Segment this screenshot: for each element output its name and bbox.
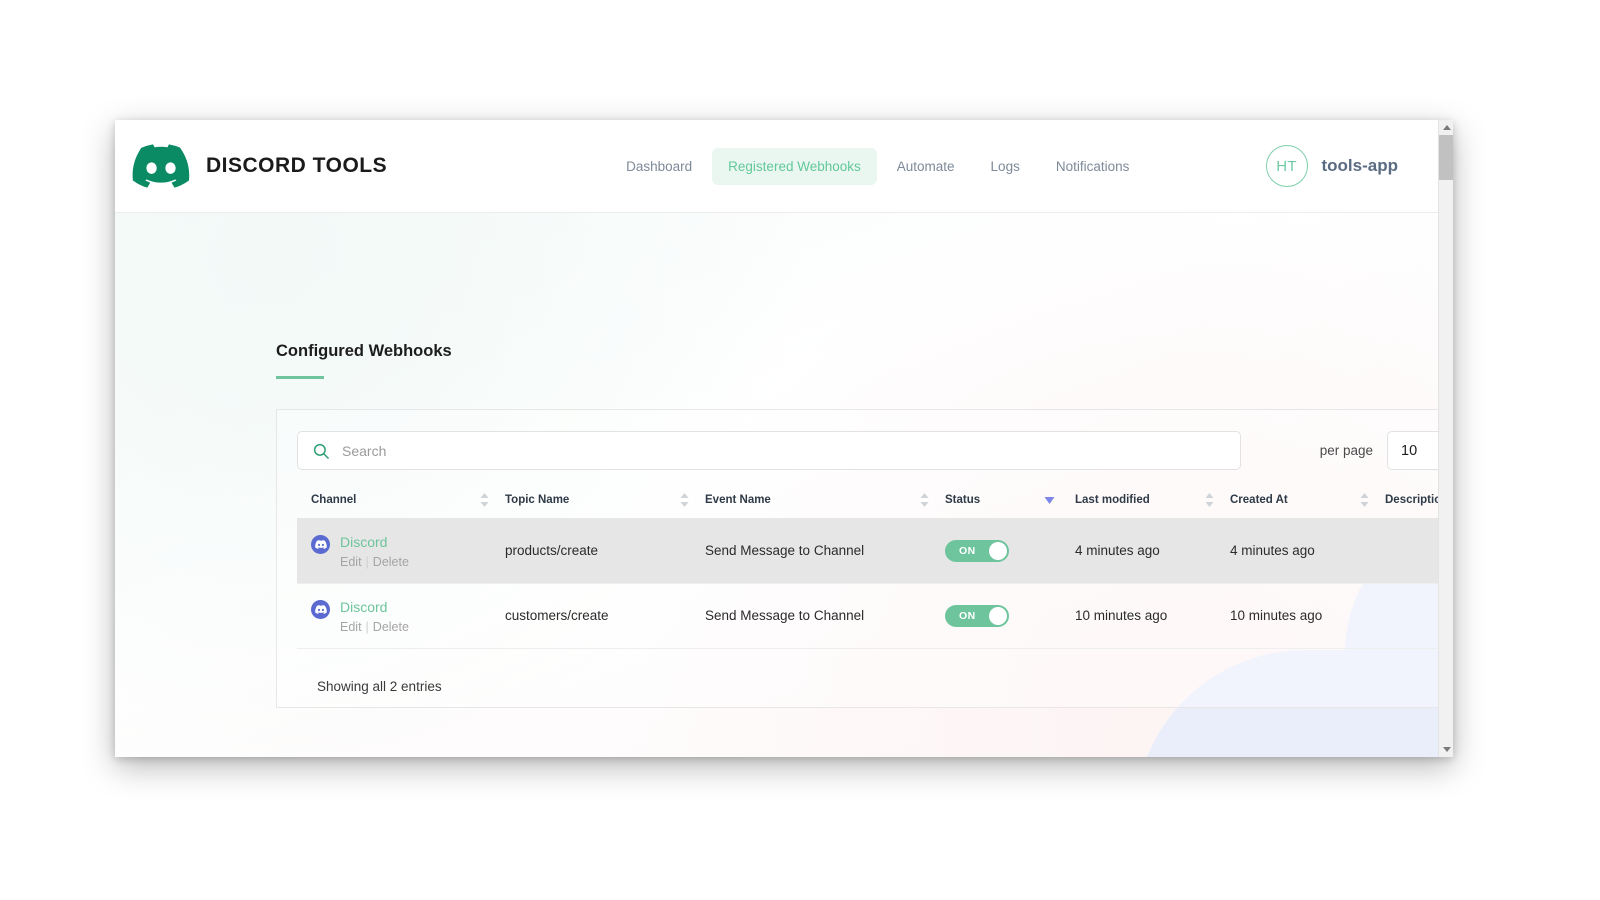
column-header-topic-name[interactable]: Topic Name bbox=[505, 488, 705, 519]
status-toggle[interactable]: ON bbox=[945, 604, 1009, 627]
channel-link[interactable]: Discord bbox=[340, 533, 409, 552]
page-title-underline bbox=[276, 376, 324, 379]
page-viewport: DISCORD TOOLS Dashboard Registered Webho… bbox=[115, 120, 1438, 757]
status-toggle-label: ON bbox=[959, 544, 976, 557]
row-actions: Edit | Delete bbox=[340, 555, 409, 569]
edit-link[interactable]: Edit bbox=[340, 620, 362, 634]
cell-event-name: Send Message to Channel bbox=[705, 583, 945, 649]
delete-link[interactable]: Delete bbox=[373, 555, 409, 569]
column-label: Status bbox=[945, 494, 981, 506]
sort-icon-last-modified[interactable] bbox=[1205, 492, 1214, 508]
cell-status: ON bbox=[945, 518, 1075, 584]
column-label: Created At bbox=[1230, 494, 1288, 506]
cell-description bbox=[1385, 518, 1438, 584]
sort-icon-created-at[interactable] bbox=[1360, 492, 1369, 508]
nav-item-automate[interactable]: Automate bbox=[881, 148, 971, 185]
column-header-event-name[interactable]: Event Name bbox=[705, 488, 945, 519]
channel-link[interactable]: Discord bbox=[340, 598, 409, 617]
cell-event-name: Send Message to Channel bbox=[705, 518, 945, 584]
user-area[interactable]: HT tools-app bbox=[1265, 145, 1399, 187]
cell-last-modified: 4 minutes ago bbox=[1075, 518, 1230, 584]
sort-icon-channel[interactable] bbox=[480, 492, 489, 508]
sort-icon-status-active[interactable] bbox=[1044, 492, 1055, 508]
column-label: Channel bbox=[311, 494, 357, 506]
discord-logo-icon bbox=[130, 142, 192, 190]
table-header-row: Channel Topic Name Event Name Status Las… bbox=[297, 488, 1438, 519]
status-toggle-label: ON bbox=[959, 609, 976, 622]
chevron-down-icon bbox=[1442, 747, 1451, 752]
per-page-control: per page bbox=[1320, 431, 1438, 470]
cell-status: ON bbox=[945, 583, 1075, 649]
cell-topic-name: customers/create bbox=[505, 583, 705, 649]
scrollbar-thumb[interactable] bbox=[1439, 135, 1453, 180]
search-box[interactable] bbox=[297, 431, 1241, 470]
discord-icon bbox=[311, 535, 330, 554]
table-wrap: Channel Topic Name Event Name Status Las… bbox=[297, 488, 1438, 694]
search-input[interactable] bbox=[342, 442, 1212, 459]
column-label: Description bbox=[1385, 494, 1438, 506]
column-label: Topic Name bbox=[505, 494, 570, 506]
edit-link[interactable]: Edit bbox=[340, 555, 362, 569]
sort-icon-event-name[interactable] bbox=[920, 492, 929, 508]
search-icon bbox=[312, 442, 330, 460]
column-header-description[interactable]: Description bbox=[1385, 488, 1438, 519]
action-separator: | bbox=[365, 554, 369, 569]
status-toggle[interactable]: ON bbox=[945, 539, 1009, 562]
column-label: Last modified bbox=[1075, 494, 1150, 506]
column-label: Event Name bbox=[705, 494, 771, 506]
scrollbar-down-button[interactable] bbox=[1439, 742, 1453, 757]
table-footer-text: Showing all 2 entries bbox=[317, 678, 442, 694]
vertical-scrollbar[interactable] bbox=[1438, 120, 1453, 757]
brand-title: DISCORD TOOLS bbox=[206, 154, 388, 177]
column-header-created-at[interactable]: Created At bbox=[1230, 488, 1385, 519]
cell-last-modified: 10 minutes ago bbox=[1075, 583, 1230, 649]
card-toolbar: per page bbox=[277, 410, 1438, 470]
browser-window: DISCORD TOOLS Dashboard Registered Webho… bbox=[115, 120, 1453, 757]
column-header-status[interactable]: Status bbox=[945, 488, 1075, 519]
cell-description bbox=[1385, 583, 1438, 649]
discord-icon bbox=[311, 599, 330, 619]
row-actions: Edit | Delete bbox=[340, 620, 409, 634]
table-row[interactable]: Discord Edit | Delete products/create Send… bbox=[297, 518, 1438, 584]
cell-topic-name: products/create bbox=[505, 518, 705, 584]
avatar[interactable]: HT bbox=[1265, 145, 1308, 187]
status-toggle-knob bbox=[989, 606, 1007, 625]
page-title: Configured Webhooks bbox=[276, 342, 452, 360]
nav-item-registered-webhooks[interactable]: Registered Webhooks bbox=[712, 147, 877, 185]
nav-item-notifications[interactable]: Notifications bbox=[1040, 148, 1146, 185]
cell-channel: Discord Edit | Delete bbox=[297, 583, 505, 649]
page-title-wrap: Configured Webhooks bbox=[276, 342, 452, 379]
column-header-last-modified[interactable]: Last modified bbox=[1075, 488, 1230, 519]
scrollbar-track[interactable] bbox=[1439, 180, 1453, 742]
app-header: DISCORD TOOLS Dashboard Registered Webho… bbox=[115, 120, 1438, 213]
webhooks-table: Channel Topic Name Event Name Status Las… bbox=[297, 488, 1438, 649]
nav-item-logs[interactable]: Logs bbox=[975, 148, 1036, 185]
nav-item-dashboard[interactable]: Dashboard bbox=[610, 148, 708, 185]
scrollbar-up-button[interactable] bbox=[1439, 120, 1453, 135]
cell-created-at: 10 minutes ago bbox=[1230, 583, 1385, 649]
per-page-label: per page bbox=[1319, 443, 1373, 458]
status-toggle-knob bbox=[989, 541, 1007, 560]
sort-icon-topic-name[interactable] bbox=[680, 492, 689, 508]
brand: DISCORD TOOLS bbox=[130, 142, 500, 190]
webhooks-card: per page bbox=[276, 409, 1438, 708]
delete-link[interactable]: Delete bbox=[373, 620, 409, 634]
user-name: tools-app bbox=[1321, 156, 1399, 175]
cell-created-at: 4 minutes ago bbox=[1230, 518, 1385, 584]
chevron-up-icon bbox=[1442, 125, 1451, 130]
action-separator: | bbox=[365, 619, 369, 634]
cell-channel: Discord Edit | Delete bbox=[297, 518, 505, 584]
table-row[interactable]: Discord Edit | Delete customers/create Sen… bbox=[297, 583, 1438, 649]
main-nav: Dashboard Registered Webhooks Automate L… bbox=[490, 147, 1266, 185]
column-header-channel[interactable]: Channel bbox=[297, 488, 505, 519]
per-page-input[interactable] bbox=[1387, 431, 1438, 470]
